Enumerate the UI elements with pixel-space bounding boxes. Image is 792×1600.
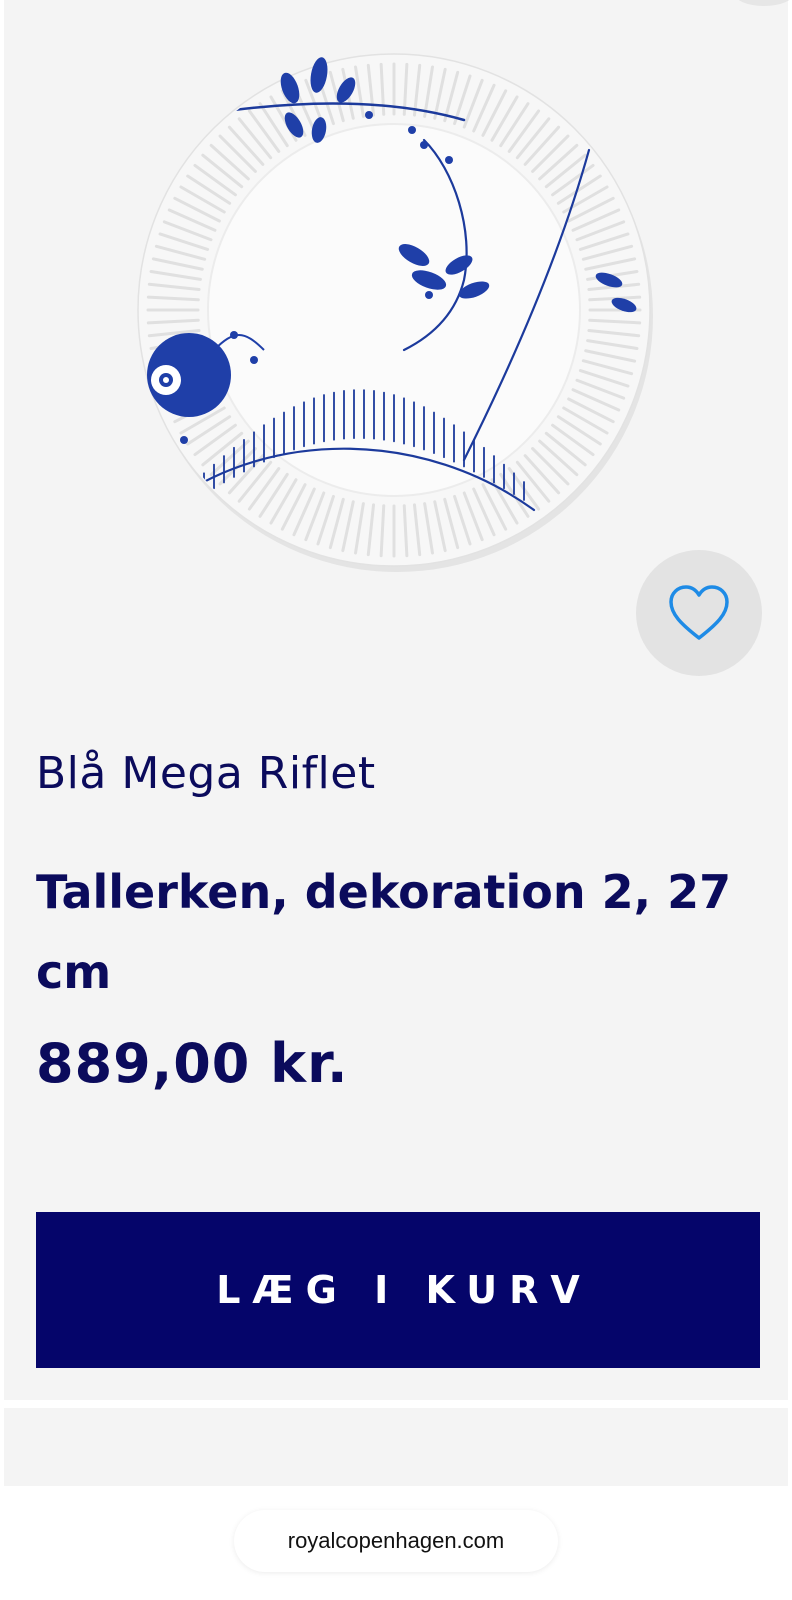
next-product-card	[4, 1408, 788, 1486]
url-text: royalcopenhagen.com	[287, 1528, 505, 1553]
wishlist-button[interactable]	[636, 550, 762, 676]
product-title: Tallerken, dekoration 2, 27 cm	[36, 865, 732, 999]
product-brand: Blå Mega Riflet	[36, 748, 376, 799]
corner-shape	[734, 0, 792, 6]
heart-outline-icon	[669, 585, 729, 640]
add-to-cart-button[interactable]: LÆG I KURV	[36, 1212, 760, 1368]
product-page: Blå Mega Riflet Tallerken, dekoration 2,…	[0, 0, 792, 1600]
product-image-area	[4, 0, 792, 690]
product-image[interactable]	[114, 30, 674, 590]
product-card: Blå Mega Riflet Tallerken, dekoration 2,…	[4, 0, 792, 1400]
browser-url-bar[interactable]: royalcopenhagen.com	[234, 1510, 558, 1572]
product-price: 889,00 kr.	[36, 1032, 349, 1095]
